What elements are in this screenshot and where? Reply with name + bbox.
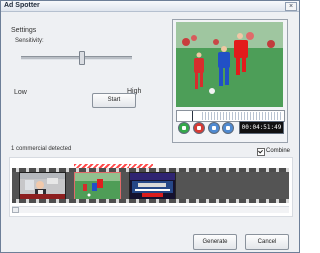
soccer-preview-image (176, 22, 283, 107)
sensitivity-low-label: Low (14, 89, 27, 96)
time-display: 00:04:51:49 (239, 121, 284, 134)
cancel-button[interactable]: Cancel (245, 234, 289, 250)
soccer-thumbnail-art (75, 173, 120, 200)
play-button[interactable] (178, 122, 190, 134)
next-button[interactable] (222, 122, 234, 134)
combine-label: Combine (266, 148, 291, 154)
sensitivity-slider-thumb[interactable] (79, 51, 85, 65)
sensitivity-slider-track[interactable] (21, 56, 132, 60)
settings-title: Settings (11, 27, 37, 34)
commercial-marker-tail (129, 164, 153, 168)
thumbnail-newscaster[interactable] (19, 172, 66, 201)
video-preview-frame: 00:04:51:49 (172, 19, 288, 143)
ad-thumbnail-art (130, 173, 175, 200)
thumbnail-scroll-thumb[interactable] (12, 207, 19, 213)
thumbnail-scrollbar[interactable] (12, 206, 289, 213)
ad-spotter-window: Ad Spotter × Settings Sensitivity: Low H… (0, 0, 300, 253)
thumbnail-strip-panel (9, 157, 293, 217)
settings-panel: Settings Sensitivity: Low High (11, 27, 141, 96)
start-button[interactable]: Start (92, 93, 136, 108)
generate-button[interactable]: Generate (193, 234, 237, 250)
soccer-preview-art (176, 22, 283, 107)
timeline-marker-pattern (202, 112, 282, 120)
commercial-marker (74, 164, 129, 168)
previous-button[interactable] (208, 122, 220, 134)
close-icon: × (288, 3, 294, 10)
title-bar: Ad Spotter × (1, 1, 299, 12)
thumbnail-soccer[interactable] (74, 172, 121, 201)
window-title: Ad Spotter (4, 2, 40, 9)
timeline-cursor[interactable] (192, 111, 193, 121)
combine-checkbox[interactable] (257, 148, 265, 156)
newscaster-thumbnail-art (20, 173, 65, 200)
close-button[interactable]: × (285, 2, 297, 11)
filmstrip (12, 164, 289, 203)
thumbnail-ad[interactable] (129, 172, 176, 201)
sensitivity-label: Sensitivity: (15, 38, 44, 44)
stop-button[interactable] (193, 122, 205, 134)
commercial-detected-text: 1 commercial detected (11, 146, 72, 152)
